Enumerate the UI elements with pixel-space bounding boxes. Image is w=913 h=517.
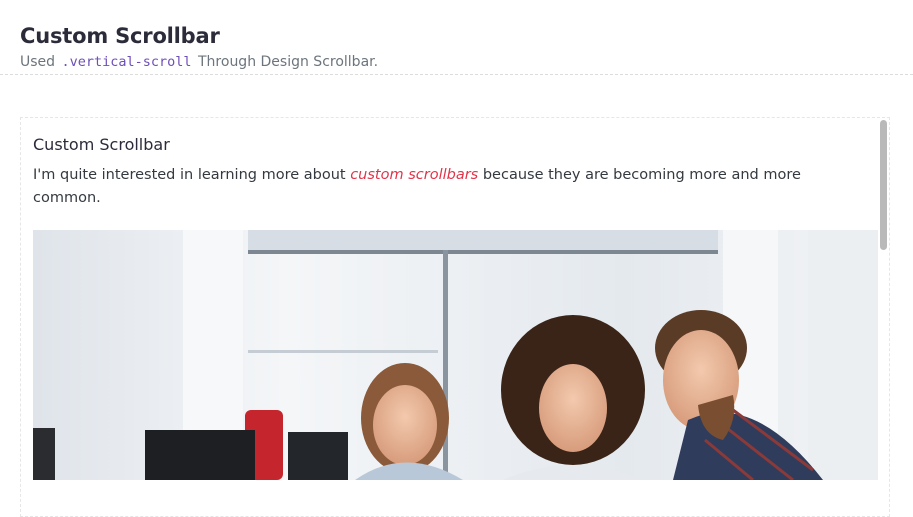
vertical-scroll-card[interactable]: Custom Scrollbar I'm quite interested in… [20,117,890,517]
page-title: Custom Scrollbar [20,24,220,48]
card-content: Custom Scrollbar I'm quite interested in… [33,118,875,210]
page-header: Custom Scrollbar Used .vertical-scroll T… [0,0,913,75]
card-text: I'm quite interested in learning more ab… [33,164,853,210]
card-text-highlight: custom scrollbars [350,167,479,183]
team-photo-illustration [33,230,878,480]
scrollbar-thumb[interactable] [880,120,887,250]
team-photo [33,230,878,480]
subtitle-code: .vertical-scroll [61,54,192,70]
subtitle-suffix: Through Design Scrollbar. [198,54,379,70]
subtitle-prefix: Used [20,54,56,70]
card-title: Custom Scrollbar [33,135,170,154]
page-subtitle: Used .vertical-scroll Through Design Scr… [20,52,893,72]
card-text-before: I'm quite interested in learning more ab… [33,167,346,183]
